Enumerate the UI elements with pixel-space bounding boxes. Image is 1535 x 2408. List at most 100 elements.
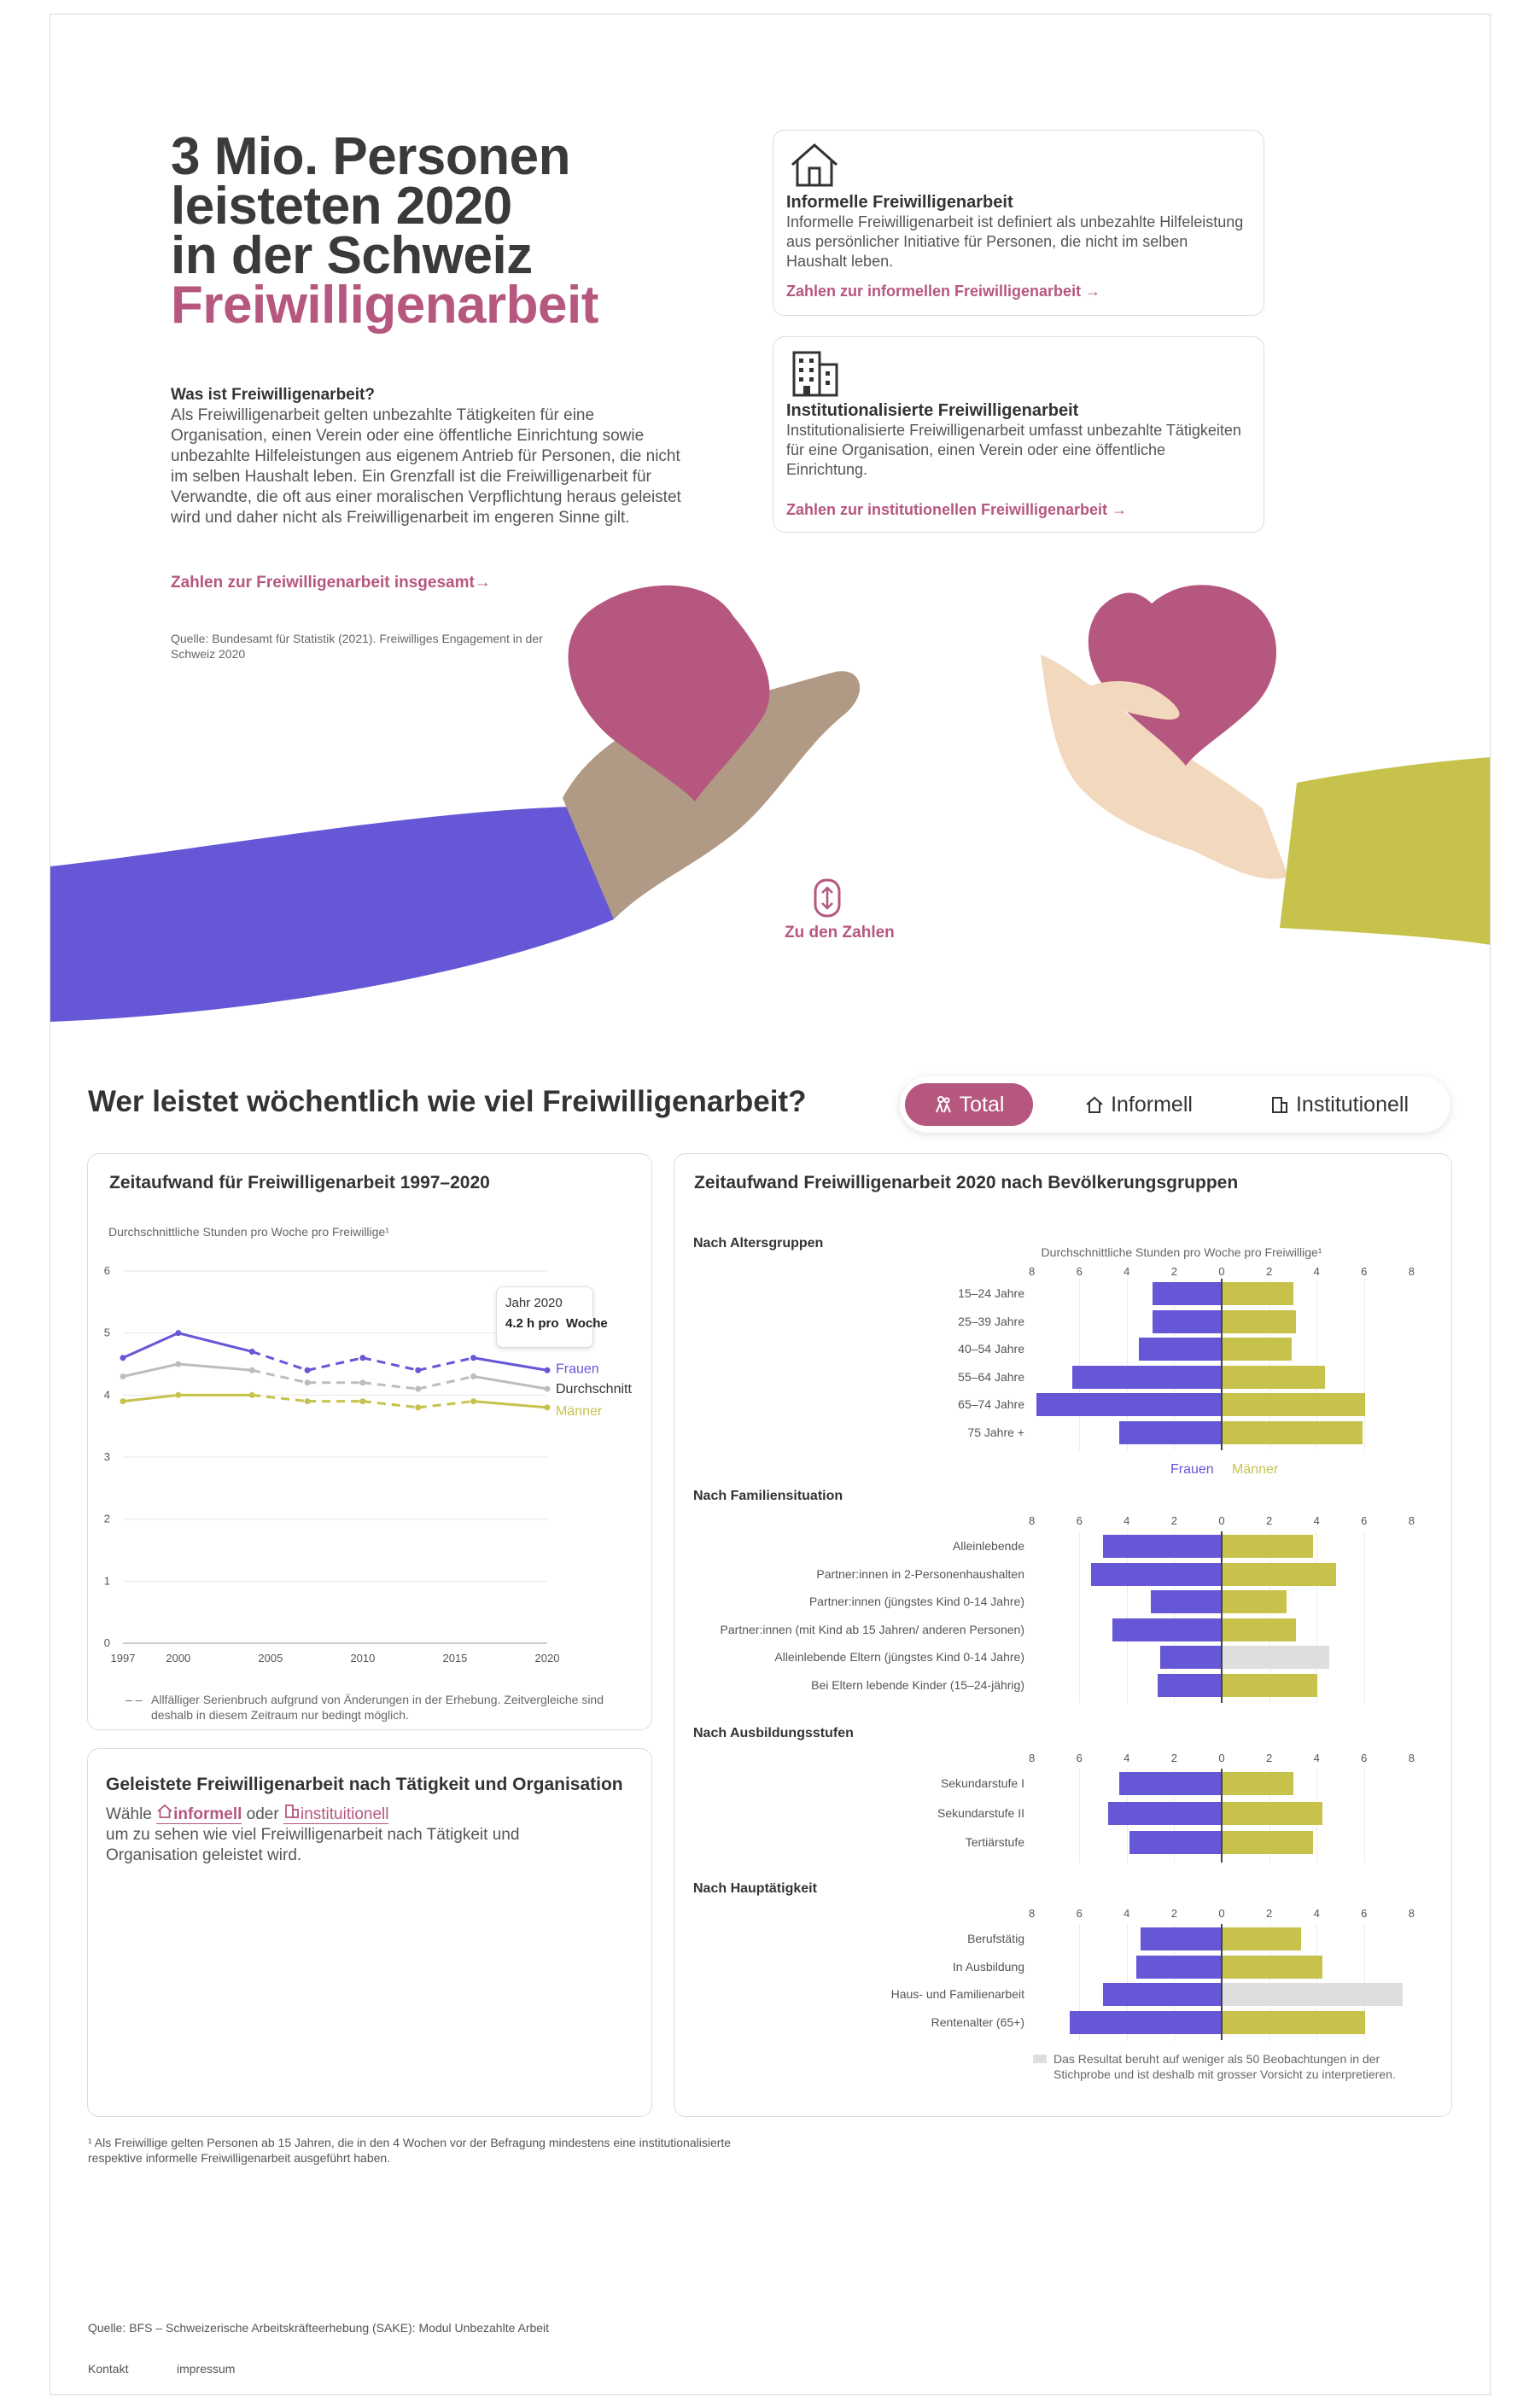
definition-text: Als Freiwilligenarbeit gelten unbezahlte… <box>171 406 681 527</box>
institutionell-link-label: instituitionell <box>300 1805 389 1823</box>
zero-axis <box>1221 1924 1223 2040</box>
axis-tick-label: 4 <box>1313 1752 1320 1764</box>
data-point <box>304 1379 311 1386</box>
bar-maenner <box>1223 1618 1297 1641</box>
group-title: Nach Hauptätigkeit <box>693 1881 817 1896</box>
activity-text-pre: Wähle <box>106 1805 152 1823</box>
vertical-gridline <box>1079 1769 1081 1863</box>
scroll-to-numbers[interactable]: Zu den Zahlen <box>785 877 895 942</box>
bar-maenner <box>1223 1562 1337 1586</box>
series-segment-durchschnitt <box>251 1368 308 1385</box>
bar-maenner <box>1223 1983 1404 2006</box>
axis-tick-label: 6 <box>1361 1265 1368 1278</box>
info-card-text: Institutionalisierte Freiwilligenarbeit … <box>786 422 1241 478</box>
line-chart-tooltip: Jahr 2020 4.2 h pro Woche <box>496 1286 608 1348</box>
series-label: Männer <box>556 1404 603 1419</box>
bar-maenner <box>1223 1393 1365 1416</box>
house-icon <box>791 143 838 187</box>
series-segment-frauen <box>251 1350 308 1372</box>
bar-maenner <box>1223 1420 1363 1444</box>
institutional-numbers-link[interactable]: Zahlen zur institutionellen Freiwilligen… <box>786 501 1127 519</box>
bar-maenner <box>1223 1365 1325 1389</box>
activity-card: Geleistete Freiwilligenarbeit nach Tätig… <box>87 1748 652 2117</box>
series-segment-durchschnitt <box>122 1362 179 1378</box>
informal-numbers-link[interactable]: Zahlen zur informellen Freiwilligenarbei… <box>786 283 1100 300</box>
category-label: Bei Eltern lebende Kinder (15–24-jährig) <box>811 1677 1024 1692</box>
footer-link-kontakt[interactable]: Kontakt <box>88 2362 128 2376</box>
data-point <box>304 1367 311 1373</box>
vertical-gridline <box>1079 1279 1081 1450</box>
axis-tick-label: 2 <box>1170 1907 1177 1920</box>
bar-maenner <box>1223 1927 1301 1950</box>
axis-tick-label: 0 <box>1218 1514 1225 1527</box>
data-point <box>120 1373 126 1380</box>
bar-frauen <box>1150 1590 1222 1613</box>
data-point <box>175 1391 182 1398</box>
series-segment-männer <box>122 1393 178 1403</box>
axis-tick-label: 6 <box>1076 1265 1083 1278</box>
tab-informell[interactable]: Informell <box>1071 1083 1207 1126</box>
category-label: Alleinlebende Eltern (jüngstes Kind 0-14… <box>774 1650 1024 1664</box>
category-label: Berufstätig <box>967 1932 1024 1945</box>
tooltip-year: Jahr 2020 <box>505 1296 563 1310</box>
info-card-body: Institutionalisierte Freiwilligenarbeit … <box>786 400 1247 480</box>
bar-frauen <box>1103 1983 1222 2006</box>
axis-tick-label: 8 <box>1028 1265 1036 1278</box>
informell-link[interactable]: informell <box>156 1804 242 1824</box>
scroll-label: Zu den Zahlen <box>785 924 895 942</box>
footnote: ¹ Als Freiwillige gelten Personen ab 15 … <box>88 2136 732 2165</box>
building-icon <box>285 1805 299 1818</box>
category-label: Partner:innen (jüngstes Kind 0-14 Jahre) <box>808 1595 1024 1608</box>
axis-tick-label: 2 <box>1170 1514 1177 1527</box>
bar-frauen <box>1157 1673 1222 1697</box>
bar-maenner <box>1223 1646 1330 1669</box>
data-point <box>470 1398 477 1405</box>
institutionell-link[interactable]: instituitionell <box>283 1805 389 1824</box>
series-segment-durchschnitt <box>362 1381 418 1391</box>
zero-axis <box>1221 1279 1223 1450</box>
category-label: 40–54 Jahre <box>958 1342 1024 1356</box>
category-label: Haus- und Familienarbeit <box>890 1987 1024 2001</box>
line-chart-note-text: Allfälliger Serienbruch aufgrund von Änd… <box>151 1693 604 1722</box>
data-point <box>415 1385 422 1392</box>
axis-tick-label: 6 <box>1076 1907 1083 1920</box>
axis-tick-label: 0 <box>1218 1265 1225 1278</box>
bar-maenner <box>1223 1309 1297 1333</box>
line-chart-card: Zeitaufwand für Freiwilligenarbeit 1997–… <box>87 1153 652 1730</box>
data-point <box>175 1330 182 1337</box>
series-segment-männer <box>252 1393 308 1403</box>
axis-tick-label: 6 <box>1361 1907 1368 1920</box>
informell-link-label: informell <box>173 1805 242 1823</box>
house-icon <box>1086 1096 1103 1113</box>
series-segment-frauen <box>362 1356 419 1372</box>
axis-tick-label: 6 <box>1361 1514 1368 1527</box>
series-segment-durchschnitt <box>473 1375 548 1391</box>
section-title: Wer leistet wöchentlich wie viel Freiwil… <box>88 1085 807 1118</box>
zero-axis <box>1221 1769 1223 1863</box>
bar-maenner <box>1223 1955 1322 1979</box>
bar-maenner <box>1223 1282 1294 1305</box>
y-tick-label: 1 <box>104 1574 110 1587</box>
info-card-title: Informelle Freiwilligenarbeit <box>786 193 1013 212</box>
bar-frauen <box>1103 1535 1222 1558</box>
hero-title: 3 Mio. Personen leisteten 2020 in der Sc… <box>171 131 649 332</box>
tab-institutionell[interactable]: Institutionell <box>1241 1083 1438 1126</box>
tab-total[interactable]: Total <box>905 1083 1033 1126</box>
activity-text-post: um zu sehen wie viel Freiwilligenarbeit … <box>106 1826 520 1864</box>
data-point <box>415 1404 422 1411</box>
footer-link-impressum[interactable]: impressum <box>177 2362 235 2376</box>
right-sleeve <box>1280 757 1490 945</box>
data-point <box>248 1391 255 1398</box>
population-bar-chart: Durchschnittliche Stunden pro Woche pro … <box>674 1154 1451 2116</box>
tab-institutionell-label: Institutionell <box>1295 1092 1410 1117</box>
bar-frauen <box>1112 1618 1222 1641</box>
bar-frauen <box>1138 1338 1222 1361</box>
bar-maenner <box>1223 1801 1322 1825</box>
vertical-gridline <box>1363 1769 1365 1863</box>
category-label: 25–39 Jahre <box>958 1314 1024 1328</box>
zero-axis <box>1221 1531 1223 1703</box>
axis-tick-label: 2 <box>1265 1752 1273 1764</box>
line-chart-note: – – Allfälliger Serienbruch aufgrund von… <box>125 1692 612 1723</box>
x-tick-label: 1997 <box>111 1652 136 1665</box>
data-point <box>120 1398 126 1405</box>
